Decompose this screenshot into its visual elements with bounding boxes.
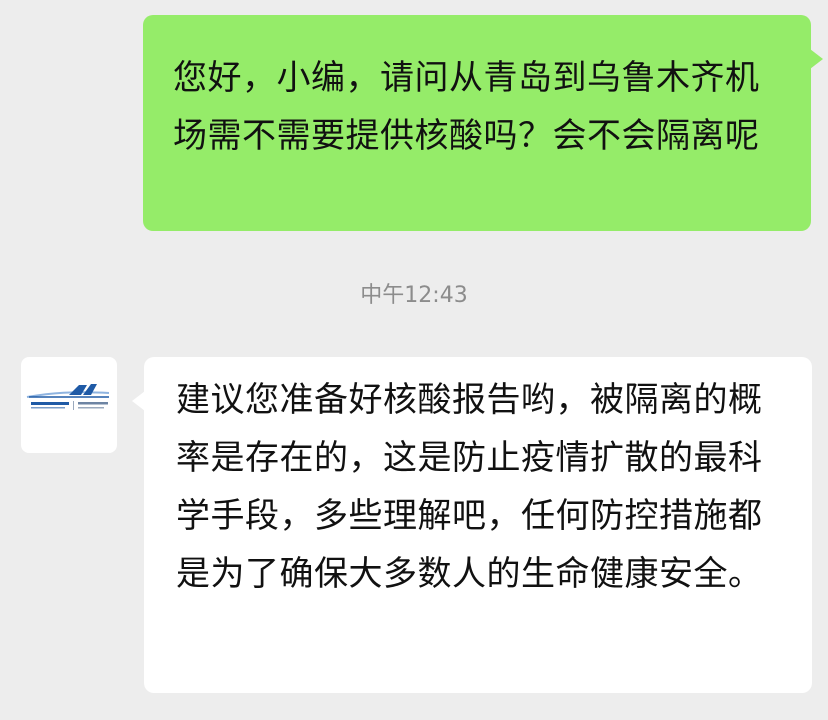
received-message-text: 建议您准备好核酸报告哟，被隔离的概率是存在的，这是防止疫情扩散的最科学手段，多些… — [176, 380, 763, 594]
received-message-bubble[interactable]: 建议您准备好核酸报告哟，被隔离的概率是存在的，这是防止疫情扩散的最科学手段，多些… — [132, 357, 812, 693]
airport-logo-icon — [26, 384, 110, 410]
sent-message-bubble[interactable]: 您好，小编，请问从青岛到乌鲁木齐机场需不需要提供核酸吗？会不会隔离呢 — [143, 15, 823, 231]
contact-avatar[interactable] — [21, 357, 117, 453]
message-timestamp: 中午12:43 — [360, 283, 468, 308]
sent-message-text: 您好，小编，请问从青岛到乌鲁木齐机场需不需要提供核酸吗？会不会隔离呢 — [173, 58, 760, 156]
